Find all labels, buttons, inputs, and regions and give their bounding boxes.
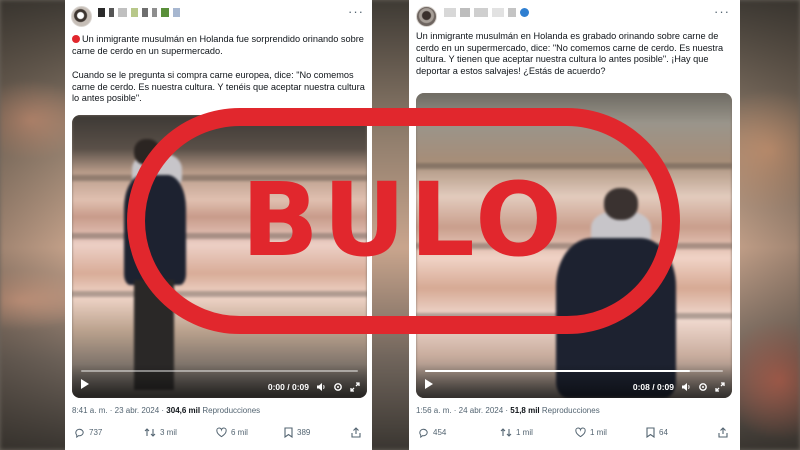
reply-button[interactable]: 454 [418, 427, 446, 438]
settings-icon[interactable] [333, 382, 343, 392]
video-time: 0:00 / 0:09 [267, 382, 309, 392]
fullscreen-icon[interactable] [350, 382, 360, 392]
bookmark-icon [284, 426, 293, 438]
bulo-stamp: BULO [127, 108, 680, 334]
bookmark-button[interactable]: 64 [646, 426, 668, 438]
reply-button[interactable]: 737 [74, 427, 102, 438]
reply-count: 454 [433, 427, 447, 437]
share-button[interactable] [351, 426, 361, 438]
like-button[interactable]: 1 mil [575, 427, 607, 438]
redacted-username [444, 8, 529, 17]
volume-icon[interactable] [681, 382, 691, 392]
tweet-text: Un inmigrante musulmán en Holanda fue so… [72, 34, 368, 57]
fullscreen-icon[interactable] [715, 382, 725, 392]
video-progress-bar[interactable] [81, 370, 358, 372]
video-time: 0:08 / 0:09 [632, 382, 674, 392]
bulo-stamp-label: BULO [241, 161, 566, 280]
tweet-timestamp[interactable]: 8:41 a. m. · 23 abr. 2024 · [72, 406, 164, 415]
tweet-text: Un inmigrante musulmán en Holanda es gra… [416, 31, 724, 76]
like-icon [575, 427, 586, 437]
reply-icon [75, 428, 84, 438]
share-icon [351, 426, 361, 438]
play-icon[interactable] [81, 379, 89, 389]
like-button[interactable]: 6 mil [216, 427, 248, 438]
reply-icon [419, 428, 428, 438]
share-button[interactable] [718, 426, 728, 438]
like-icon [216, 427, 227, 437]
tweet-timestamp[interactable]: 1:56 a. m. · 24 abr. 2024 · [416, 406, 508, 415]
video-progress-bar[interactable] [425, 370, 723, 372]
settings-icon[interactable] [698, 382, 708, 392]
repost-icon [144, 427, 156, 437]
bookmark-count: 389 [297, 427, 311, 437]
volume-icon[interactable] [316, 382, 326, 392]
view-count: 51,8 mil [510, 406, 540, 415]
bookmark-icon [646, 426, 655, 438]
repost-count: 1 mil [516, 427, 533, 437]
tweet-meta: 1:56 a. m. · 24 abr. 2024 · 51,8 mil Rep… [416, 406, 600, 415]
like-count: 1 mil [590, 427, 607, 437]
views-label: Reproducciones [541, 406, 600, 415]
more-icon[interactable]: ··· [348, 4, 364, 19]
tweet-text-paragraph-1: Un inmigrante musulmán en Holanda fue so… [72, 34, 364, 56]
share-icon [718, 426, 728, 438]
like-count: 6 mil [231, 427, 248, 437]
repost-count: 3 mil [160, 427, 177, 437]
repost-icon [500, 427, 512, 437]
repost-button[interactable]: 3 mil [144, 427, 177, 438]
bookmark-button[interactable]: 389 [284, 426, 311, 438]
avatar[interactable] [416, 6, 437, 27]
reply-count: 737 [89, 427, 103, 437]
redacted-username [98, 8, 180, 17]
avatar[interactable] [71, 6, 92, 27]
tweet-meta: 8:41 a. m. · 23 abr. 2024 · 304,6 mil Re… [72, 406, 260, 415]
red-circle-emoji [72, 35, 80, 43]
more-icon[interactable]: ··· [714, 4, 730, 19]
play-icon[interactable] [425, 379, 433, 389]
view-count: 304,6 mil [166, 406, 201, 415]
repost-button[interactable]: 1 mil [500, 427, 533, 438]
tweet-text-paragraph-2: Cuando se le pregunta si compra carne eu… [72, 70, 365, 103]
bookmark-count: 64 [659, 427, 668, 437]
views-label: Reproducciones [202, 406, 261, 415]
